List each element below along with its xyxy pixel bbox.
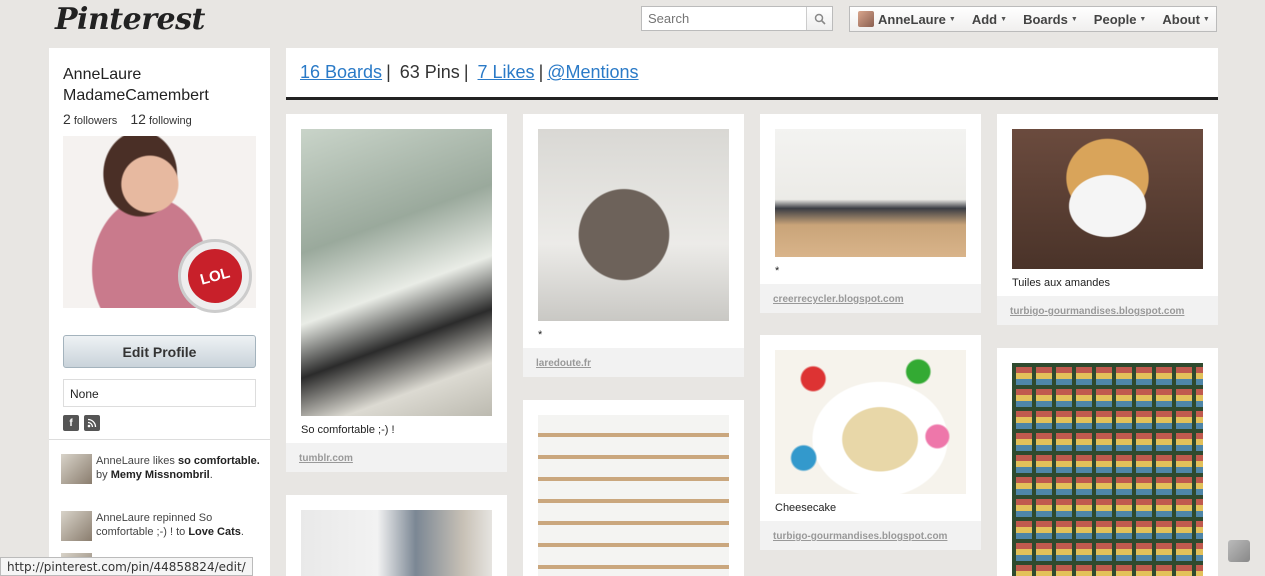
pin-card: * creerrecycler.blogspot.com	[760, 114, 981, 313]
social-links: f	[63, 415, 100, 431]
tab-likes[interactable]: 7 Likes	[478, 62, 535, 82]
search-button[interactable]	[806, 7, 832, 30]
pin-card	[997, 348, 1218, 576]
pin-card: So comfortable ;-) ! tumblr.com	[286, 114, 507, 472]
chevron-down-icon: ▼	[1139, 15, 1147, 23]
pin-image[interactable]	[775, 350, 966, 494]
profile-tabs: 16 Boards | 63 Pins | 7 Likes | @Mentions	[286, 48, 1218, 100]
pin-image[interactable]	[538, 129, 729, 321]
pin-image[interactable]	[775, 129, 966, 257]
pin-card: Tuiles aux amandes turbigo-gourmandises.…	[997, 114, 1218, 325]
pin-card: * laredoute.fr	[523, 114, 744, 377]
chevron-down-icon: ▼	[1000, 15, 1008, 23]
chevron-down-icon: ▼	[1070, 15, 1078, 23]
activity-text-part: .	[240, 526, 244, 538]
pin-description: Cheesecake	[775, 502, 837, 514]
tab-boards[interactable]: 16 Boards	[300, 62, 382, 82]
following-label: following	[148, 115, 192, 127]
nav-add-label: Add	[971, 11, 998, 27]
followers-count: 2	[63, 111, 71, 127]
share-icon[interactable]	[1228, 540, 1250, 562]
activity-text: AnneLaure likes so comfortable. by Memy …	[96, 454, 261, 484]
nav-people-menu[interactable]: People ▼	[1086, 7, 1155, 31]
pin-description: So comfortable ;-) !	[301, 424, 395, 436]
pin-source-link[interactable]: turbigo-gourmandises.blogspot.com	[760, 521, 981, 550]
tab-mentions[interactable]: @Mentions	[547, 62, 638, 82]
top-nav: AnneLaure ▼ Add ▼ Boards ▼ People ▼ Abou…	[849, 6, 1217, 32]
search-box	[641, 6, 833, 31]
pin-source-link[interactable]: tumblr.com	[286, 443, 507, 472]
following-count: 12	[130, 111, 146, 127]
nav-boards-menu[interactable]: Boards ▼	[1015, 7, 1086, 31]
pin-image[interactable]	[1012, 129, 1203, 269]
avatar	[858, 11, 874, 27]
profile-photo: LOL	[63, 136, 256, 313]
divider	[49, 439, 270, 440]
activity-text-part: AnneLaure likes	[96, 455, 178, 467]
pin-card	[523, 400, 744, 576]
activity-board-link[interactable]: Love Cats	[188, 526, 241, 538]
pin-source-link[interactable]: laredoute.fr	[523, 348, 744, 377]
nav-about-menu[interactable]: About ▼	[1154, 7, 1217, 31]
tab-pins[interactable]: 63 Pins	[400, 62, 460, 82]
chevron-down-icon: ▼	[1202, 15, 1210, 23]
following-link[interactable]: 12 following	[130, 111, 192, 127]
nav-people-label: People	[1093, 11, 1137, 27]
pin-image[interactable]	[301, 510, 492, 576]
chevron-down-icon: ▼	[948, 15, 956, 23]
activity-text: AnneLaure repinned So comfortable ;-) ! …	[96, 511, 261, 541]
activity-text-part: by	[96, 469, 111, 481]
activity-pin-link[interactable]: so comfortable.	[178, 455, 260, 467]
activity-text-part: .	[209, 469, 213, 481]
browser-status-bar: http://pinterest.com/pin/44858824/edit/	[0, 557, 253, 576]
profile-sidebar: AnneLaure MadameCamembert 2 followers 12…	[49, 48, 270, 576]
activity-user-link[interactable]: Memy Missnombril	[111, 469, 210, 481]
lol-badge: LOL	[178, 239, 252, 313]
pin-source-link[interactable]: creerrecycler.blogspot.com	[760, 284, 981, 313]
activity-item: AnneLaure repinned So comfortable ;-) ! …	[61, 511, 261, 541]
location-field: None	[63, 379, 256, 407]
tab-separator: |	[463, 62, 469, 82]
edit-profile-button[interactable]: Edit Profile	[63, 335, 256, 368]
pin-card: Cheesecake turbigo-gourmandises.blogspot…	[760, 335, 981, 550]
pinterest-logo[interactable]: Pinterest	[55, 2, 205, 37]
lol-badge-text: LOL	[181, 242, 249, 310]
nav-boards-label: Boards	[1023, 11, 1068, 27]
search-input[interactable]	[642, 7, 804, 30]
nav-user-label: AnneLaure	[878, 11, 946, 27]
tab-separator: |	[538, 62, 544, 82]
rss-icon[interactable]	[84, 415, 100, 431]
followers-link[interactable]: 2 followers	[63, 111, 118, 127]
pin-source-link[interactable]: turbigo-gourmandises.blogspot.com	[997, 296, 1218, 325]
nav-user-menu[interactable]: AnneLaure ▼	[850, 7, 964, 31]
profile-name: AnneLaure MadameCamembert	[63, 66, 209, 104]
facebook-icon[interactable]: f	[63, 415, 79, 431]
pin-description: *	[538, 329, 543, 341]
activity-item: AnneLaure likes so comfortable. by Memy …	[61, 454, 261, 484]
activity-thumbnail[interactable]	[61, 454, 92, 484]
tab-separator: |	[386, 62, 391, 82]
pin-image[interactable]	[1012, 363, 1203, 576]
pin-description: Tuiles aux amandes	[1012, 277, 1111, 289]
nav-about-label: About	[1162, 11, 1200, 27]
followers-label: followers	[73, 115, 118, 127]
pin-card	[286, 495, 507, 576]
pin-image[interactable]	[301, 129, 492, 416]
nav-add-menu[interactable]: Add ▼	[964, 7, 1015, 31]
profile-stats: 2 followers 12 following	[63, 111, 202, 127]
search-icon	[814, 13, 826, 25]
pin-description: *	[775, 265, 780, 277]
pin-image[interactable]	[538, 415, 729, 576]
activity-thumbnail[interactable]	[61, 511, 92, 541]
